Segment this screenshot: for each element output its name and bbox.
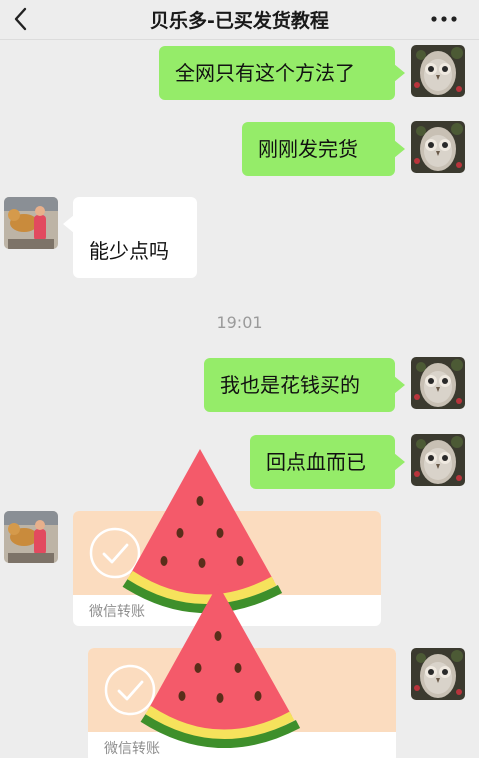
chat-header: 贝乐多-已买发货教程	[0, 0, 479, 40]
avatar[interactable]	[411, 45, 465, 97]
chat-title: 贝乐多-已买发货教程	[150, 10, 329, 32]
message-bubble[interactable]: 我也是花钱买的	[204, 358, 405, 412]
message-bubble[interactable]: 能少点吗	[63, 197, 197, 278]
more-dots-icon[interactable]	[431, 16, 457, 22]
message-bubble[interactable]: 全网只有这个方法了	[159, 46, 405, 100]
avatar[interactable]	[411, 357, 465, 409]
avatar[interactable]	[411, 648, 465, 700]
avatar[interactable]	[411, 434, 465, 486]
avatar[interactable]	[4, 511, 58, 563]
message-bubble[interactable]: 刚刚发完货	[242, 122, 405, 176]
avatar[interactable]	[411, 121, 465, 173]
watermelon-sticker	[140, 584, 301, 748]
timestamp: 19:01	[216, 313, 263, 332]
avatar[interactable]	[4, 197, 58, 249]
